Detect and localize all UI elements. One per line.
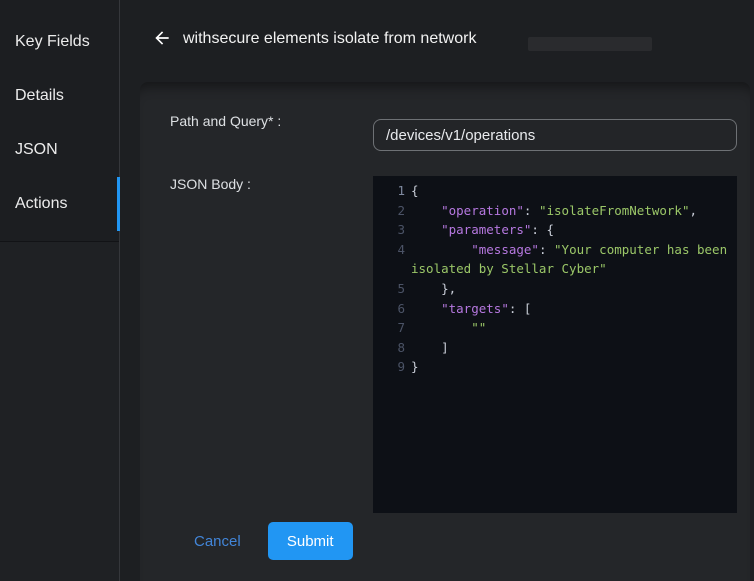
code-line: 8 ]: [381, 338, 737, 358]
code-content: "message": "Your computer has been isola…: [411, 240, 737, 279]
line-number: 3: [381, 220, 405, 240]
app-window: Key Fields Details JSON Actions withsecure …: [0, 0, 754, 581]
line-number: 2: [381, 201, 405, 221]
code-line: 9}: [381, 357, 737, 377]
line-number: 5: [381, 279, 405, 299]
line-number: 8: [381, 338, 405, 358]
code-line: 3 "parameters": {: [381, 220, 737, 240]
code-content: "targets": [: [411, 299, 737, 319]
page-title: withsecure elements isolate from network: [183, 30, 476, 48]
sidebar-item-label: JSON: [15, 141, 58, 159]
sidebar-nav: Key Fields Details JSON Actions: [0, 0, 119, 242]
sidebar-item-label: Details: [15, 87, 64, 105]
json-body-row: JSON Body : 1{2 "operation": "isolateFro…: [170, 176, 737, 513]
sidebar-item-actions[interactable]: Actions: [0, 177, 119, 231]
line-number: 4: [381, 240, 405, 279]
form-card: Path and Query* : JSON Body : 1{2 "opera…: [140, 82, 750, 581]
arrow-left-icon: [152, 28, 172, 48]
code-line: 6 "targets": [: [381, 299, 737, 319]
code-content: ]: [411, 338, 737, 358]
code-line: 7 "": [381, 318, 737, 338]
redacted-text-block: [528, 37, 652, 51]
json-code-editor[interactable]: 1{2 "operation": "isolateFromNetwork",3 …: [373, 176, 737, 513]
main-panel: withsecure elements isolate from network…: [120, 0, 754, 581]
form-footer: Cancel Submit: [194, 522, 750, 560]
sidebar-item-label: Actions: [15, 195, 67, 213]
back-button[interactable]: [146, 22, 178, 54]
line-number: 1: [381, 181, 405, 201]
header: withsecure elements isolate from network: [120, 0, 754, 82]
json-body-label: JSON Body :: [170, 176, 373, 192]
path-query-row: Path and Query* :: [170, 113, 737, 151]
submit-button[interactable]: Submit: [268, 522, 353, 560]
cancel-button[interactable]: Cancel: [194, 533, 241, 550]
sidebar: Key Fields Details JSON Actions: [0, 0, 120, 581]
code-content: "operation": "isolateFromNetwork",: [411, 201, 737, 221]
code-content: "parameters": {: [411, 220, 737, 240]
line-number: 7: [381, 318, 405, 338]
path-query-input[interactable]: [373, 119, 737, 151]
code-line: 4 "message": "Your computer has been iso…: [381, 240, 737, 279]
line-number: 9: [381, 357, 405, 377]
sidebar-item-label: Key Fields: [15, 33, 90, 51]
sidebar-item-json[interactable]: JSON: [0, 123, 119, 177]
code-content: "": [411, 318, 737, 338]
line-number: 6: [381, 299, 405, 319]
code-line: 5 },: [381, 279, 737, 299]
path-query-label: Path and Query* :: [170, 113, 373, 129]
code-line: 1{: [381, 181, 737, 201]
code-content: }: [411, 357, 737, 377]
code-content: {: [411, 181, 737, 201]
sidebar-item-key-fields[interactable]: Key Fields: [0, 15, 119, 69]
sidebar-item-details[interactable]: Details: [0, 69, 119, 123]
code-content: },: [411, 279, 737, 299]
code-line: 2 "operation": "isolateFromNetwork",: [381, 201, 737, 221]
